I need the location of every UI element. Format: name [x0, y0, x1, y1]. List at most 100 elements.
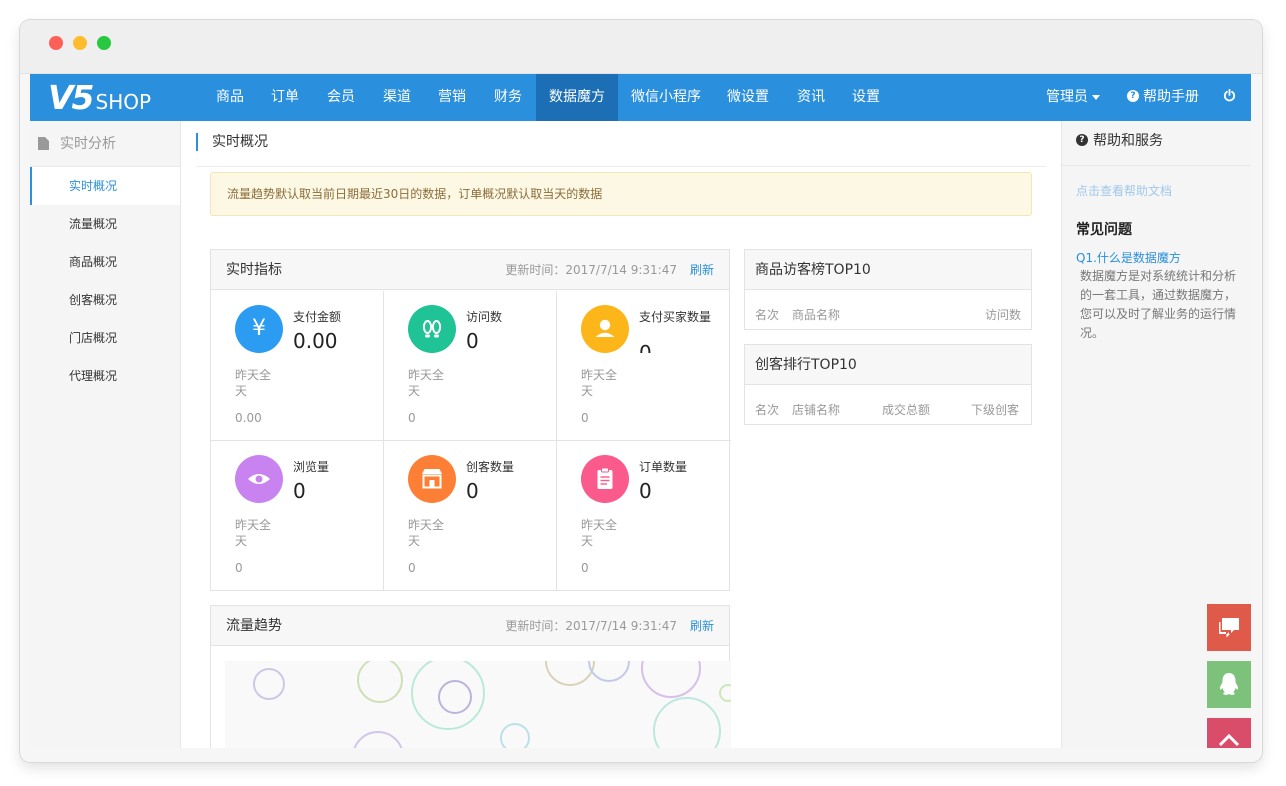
metric-label: 支付金额 — [293, 310, 342, 324]
qq-button[interactable] — [1207, 661, 1251, 708]
caret-down-icon — [1092, 94, 1100, 100]
sidebar-item-product-overview[interactable]: 商品概况 — [30, 243, 180, 281]
nav-item-news[interactable]: 资讯 — [786, 74, 836, 121]
divider — [196, 166, 1046, 167]
metric-label: 订单数量 — [639, 460, 688, 474]
eye-icon — [235, 455, 283, 503]
nav-item-wechat-mini-program[interactable]: 微信小程序 — [622, 74, 710, 121]
clipboard-icon — [581, 455, 629, 503]
help-title: 帮助和服务 — [1093, 133, 1163, 149]
metric-yesterday-value: 0 — [408, 561, 416, 575]
help-header: ? 帮助和服务 — [1062, 121, 1251, 166]
nav-item-micro-settings[interactable]: 微设置 — [717, 74, 779, 121]
refresh-link[interactable]: 刷新 — [690, 250, 714, 290]
admin-dropdown[interactable]: 管理员 — [1046, 74, 1100, 121]
column-visits: 访问数 — [984, 308, 1021, 322]
nav-item-members[interactable]: 会员 — [316, 74, 366, 121]
realtime-metrics-panel: 实时指标 更新时间：2017/7/14 9:31:47 刷新 ¥ 支付金额 0.… — [210, 249, 731, 591]
faq-question-link[interactable]: Q1.什么是数据魔方 — [1076, 249, 1181, 266]
help-sidebar: ? 帮助和服务 点击查看帮助文档 常见问题 Q1.什么是数据魔方 数据魔方是对系统… — [1061, 121, 1251, 748]
back-to-top-button[interactable] — [1207, 718, 1251, 748]
question-circle-icon: ? — [1127, 90, 1139, 102]
metric-label: 创客数量 — [466, 460, 515, 474]
panel-title: 流量趋势 — [226, 618, 282, 634]
nav-item-data-cube[interactable]: 数据魔方 — [536, 74, 618, 121]
nav-item-finance[interactable]: 财务 — [483, 74, 533, 121]
metric-label: 浏览量 — [293, 460, 330, 474]
power-icon — [1223, 88, 1236, 102]
panel-header: 商品访客榜TOP10 — [745, 250, 1031, 290]
metric-order-count: 订单数量 0 昨天全天 0 — [557, 441, 731, 591]
arrow-up-icon — [1218, 733, 1240, 747]
panel-title: 商品访客榜TOP10 — [755, 262, 871, 278]
chat-button[interactable] — [1207, 604, 1251, 651]
browser-window: V5 SHOP 商品 订单 会员 渠道 营销 财务 数据魔方 微信小程序 微设置… — [20, 20, 1262, 762]
help-manual-link[interactable]: ? 帮助手册 — [1127, 74, 1199, 121]
table-header: 名次 店铺名称 成交总额 下级创客 — [745, 386, 1031, 425]
nav-item-channels[interactable]: 渠道 — [372, 74, 422, 121]
nav-item-settings[interactable]: 设置 — [841, 74, 891, 121]
metric-maker-count: 创客数量 0 昨天全天 0 — [384, 441, 557, 591]
top-makers-panel: 创客排行TOP10 名次 店铺名称 成交总额 下级创客 — [744, 344, 1032, 425]
metric-paying-buyers: 支付买家数量 0 昨天全天 0 — [557, 291, 731, 441]
page-title: 实时概况 — [196, 133, 268, 151]
metric-value: 0 — [639, 479, 652, 503]
sidebar-header-label: 实时分析 — [60, 136, 116, 152]
main-content: 实时概况 流量趋势默认取当前日期最近30日的数据，订单概况默认取当天的数据 实时… — [181, 121, 1061, 748]
column-total-sales: 成交总额 — [882, 403, 931, 417]
metric-value: 0.00 — [293, 329, 338, 353]
metric-yesterday-value: 0 — [581, 411, 589, 425]
sidebar-item-maker-overview[interactable]: 创客概况 — [30, 281, 180, 319]
help-manual-label: 帮助手册 — [1143, 89, 1199, 105]
metric-yesterday-value: 0 — [581, 561, 589, 575]
sidebar-item-store-overview[interactable]: 门店概况 — [30, 319, 180, 357]
zoom-window-button[interactable] — [97, 36, 111, 50]
window-titlebar — [20, 20, 1262, 74]
column-sub-makers: 下级创客 — [970, 403, 1019, 417]
metric-value: 0 — [293, 479, 306, 503]
sidebar-item-traffic-overview[interactable]: 流量概况 — [30, 205, 180, 243]
panel-header: 创客排行TOP10 — [745, 345, 1031, 385]
notice-alert: 流量趋势默认取当前日期最近30日的数据，订单概况默认取当天的数据 — [210, 172, 1032, 216]
traffic-trend-panel: 流量趋势 更新时间：2017/7/14 9:31:47 刷新 — [210, 605, 731, 748]
metric-visits: 访问数 0 昨天全天 0 — [384, 291, 557, 441]
refresh-link[interactable]: 刷新 — [690, 606, 714, 646]
table-header: 名次 商品名称 访问数 — [745, 291, 1031, 330]
user-icon — [581, 305, 629, 353]
nav-item-marketing[interactable]: 营销 — [427, 74, 477, 121]
power-button[interactable] — [1223, 74, 1236, 121]
sidebar-header: 实时分析 — [30, 121, 180, 167]
sidebar-item-realtime-overview[interactable]: 实时概况 — [30, 167, 180, 205]
metric-yesterday-label: 昨天全天 — [408, 518, 445, 548]
metric-payment-amount: ¥ 支付金额 0.00 昨天全天 0.00 — [211, 291, 384, 441]
nav-item-products[interactable]: 商品 — [205, 74, 255, 121]
left-sidebar: 实时分析 实时概况 流量概况 商品概况 创客概况 门店概况 代理概况 — [30, 121, 181, 748]
top-navbar: V5 SHOP 商品 订单 会员 渠道 营销 财务 数据魔方 微信小程序 微设置… — [30, 74, 1251, 121]
metric-yesterday-label: 昨天全天 — [581, 518, 618, 548]
metric-label: 访问数 — [466, 310, 503, 324]
panel-title: 实时指标 — [226, 262, 282, 278]
question-circle-icon: ? — [1076, 134, 1088, 146]
yen-icon: ¥ — [235, 305, 283, 353]
metric-yesterday-value: 0 — [235, 561, 243, 575]
close-window-button[interactable] — [49, 36, 63, 50]
metric-yesterday-value: 0 — [408, 411, 416, 425]
sidebar-item-agent-overview[interactable]: 代理概况 — [30, 357, 180, 395]
minimize-window-button[interactable] — [73, 36, 87, 50]
metric-yesterday-label: 昨天全天 — [408, 368, 445, 398]
metric-value: 0 — [639, 341, 652, 353]
column-product-name: 商品名称 — [792, 308, 841, 322]
faq-title: 常见问题 — [1076, 222, 1132, 238]
column-store-name: 店铺名称 — [792, 403, 841, 417]
help-doc-link[interactable]: 点击查看帮助文档 — [1076, 182, 1172, 199]
metric-label: 支付买家数量 — [639, 310, 712, 324]
metric-yesterday-value: 0.00 — [235, 411, 262, 425]
nav-item-orders[interactable]: 订单 — [260, 74, 310, 121]
metric-yesterday-label: 昨天全天 — [581, 368, 618, 398]
logo[interactable]: V5 SHOP — [48, 80, 151, 116]
metric-yesterday-label: 昨天全天 — [235, 518, 272, 548]
panel-header: 实时指标 更新时间：2017/7/14 9:31:47 刷新 — [211, 250, 729, 290]
logo-shop: SHOP — [95, 90, 152, 114]
store-icon — [408, 455, 456, 503]
metric-page-views: 浏览量 0 昨天全天 0 — [211, 441, 384, 591]
